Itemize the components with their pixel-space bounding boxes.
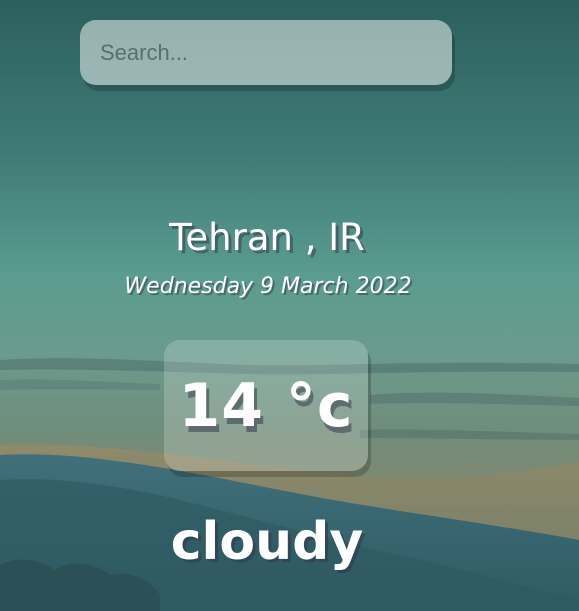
weather-condition: cloudy xyxy=(170,512,364,572)
temperature-value: 14 °c xyxy=(178,370,354,441)
date-label: Wednesday 9 March 2022 xyxy=(124,274,412,299)
temperature-card: 14 °c xyxy=(164,340,368,471)
location-label: Tehran , IR xyxy=(169,216,365,259)
search-input[interactable] xyxy=(80,20,452,85)
